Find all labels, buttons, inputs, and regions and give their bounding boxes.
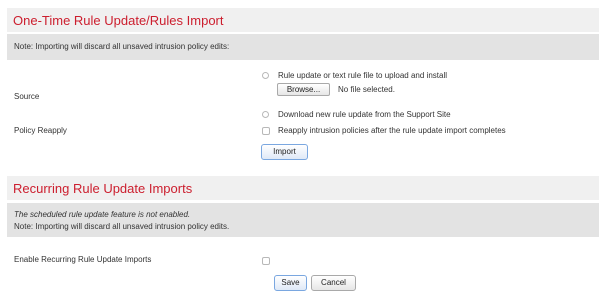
recurring-title: Recurring Rule Update Imports [13, 181, 193, 196]
browse-button[interactable]: Browse... [277, 83, 330, 96]
source-upload-label: Rule update or text rule file to upload … [278, 71, 447, 80]
one-time-title: One-Time Rule Update/Rules Import [13, 13, 224, 28]
source-upload-radio[interactable] [262, 72, 269, 79]
one-time-note: Note: Importing will discard all unsaved… [14, 42, 230, 51]
reapply-option-label: Reapply intrusion policies after the rul… [278, 126, 506, 135]
cancel-button[interactable]: Cancel [311, 275, 356, 291]
save-button[interactable]: Save [274, 275, 307, 291]
file-status: No file selected. [338, 85, 395, 94]
enable-recurring-label: Enable Recurring Rule Update Imports [14, 255, 152, 264]
import-button[interactable]: Import [261, 144, 308, 160]
source-download-label: Download new rule update from the Suppor… [278, 110, 451, 119]
reapply-checkbox[interactable] [262, 127, 270, 135]
recurring-disabled-note: The scheduled rule update feature is not… [14, 210, 191, 219]
enable-recurring-checkbox[interactable] [262, 257, 270, 265]
recurring-note-band [7, 203, 599, 237]
recurring-note: Note: Importing will discard all unsaved… [14, 222, 230, 231]
reapply-label: Policy Reapply [14, 126, 67, 135]
source-label: Source [14, 92, 40, 101]
source-download-radio[interactable] [262, 111, 269, 118]
